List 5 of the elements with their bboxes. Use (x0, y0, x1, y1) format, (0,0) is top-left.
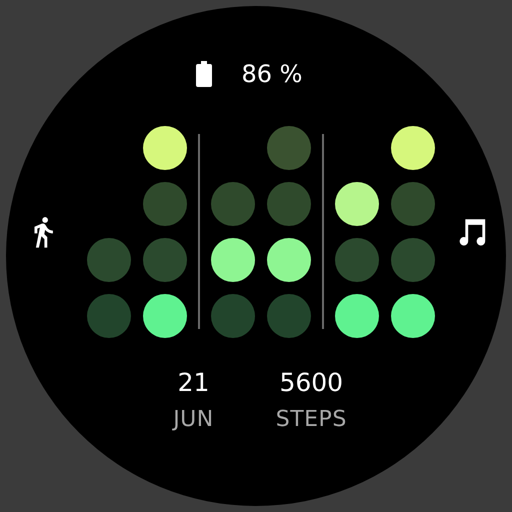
stat-value: 5600 (279, 368, 344, 397)
stat-label: STEPS (276, 407, 347, 432)
battery-reading: 86 % (242, 60, 302, 88)
stat-value: 21 (178, 368, 210, 397)
stat-label: JUN (173, 407, 214, 432)
